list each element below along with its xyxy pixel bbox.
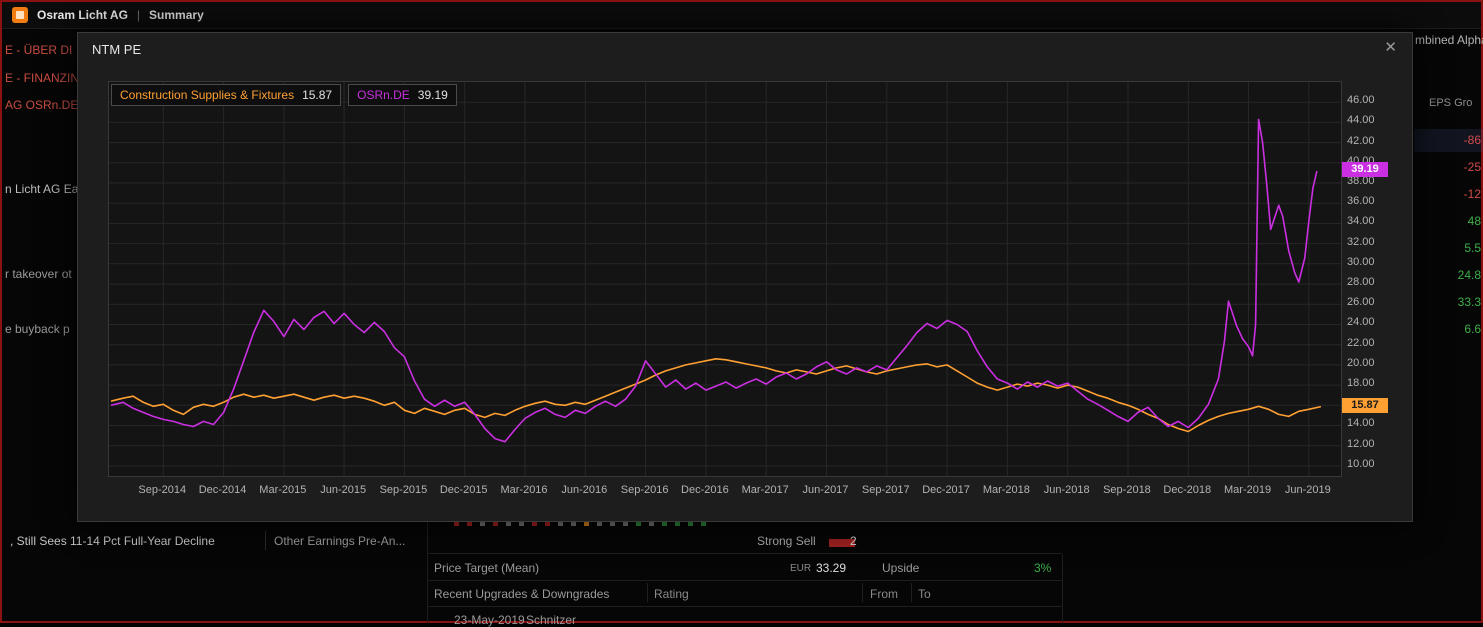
news-headline[interactable]: e buyback p [5,322,70,336]
x-axis-label: Mar-2018 [972,484,1040,496]
last-value-badge: 39.19 [1342,162,1388,177]
eps-growth-value: 6.6 [1415,322,1481,336]
x-axis-label: Dec-2015 [430,484,498,496]
price-target-value: 33.29 [816,561,846,575]
eps-growth-value: 5.5 [1415,241,1481,255]
x-axis-label: Sep-2014 [128,484,196,496]
link-other-earnings[interactable]: Other Earnings Pre-An... [274,534,405,548]
eps-growth-value: -86 [1415,133,1481,147]
x-axis-label: Jun-2015 [309,484,377,496]
legend-item-benchmark[interactable]: Construction Supplies & Fixtures 15.87 [111,84,341,106]
y-axis-label: 24.00 [1347,316,1375,328]
tab-combined-alpha[interactable]: mbined Alpha [1415,33,1483,47]
panel-divider [427,522,428,623]
eps-growth-value: 24.8 [1415,268,1481,282]
news-headline[interactable]: , Still Sees 11-14 Pct Full-Year Decline [10,534,215,548]
column-header-rating: Rating [654,587,689,601]
strong-sell-count: 2 [850,534,857,548]
screen: { "titlebar": { "title": "Osram Licht AG… [0,0,1483,623]
row-divider [427,553,1062,554]
upgrades-section-header: Recent Upgrades & Downgrades [434,587,609,601]
legend-series-name: Construction Supplies & Fixtures [120,88,294,102]
column-divider [647,583,648,602]
y-axis-label: 10.00 [1347,458,1375,470]
legend-series-value: 15.87 [302,88,332,102]
y-axis-label: 42.00 [1347,135,1375,147]
strong-sell-label: Strong Sell [757,534,816,548]
x-axis-label: Jun-2017 [791,484,859,496]
x-axis-label: Dec-2017 [912,484,980,496]
column-divider [911,583,912,602]
chart-canvas [109,82,1341,476]
y-axis-label: 22.00 [1347,337,1375,349]
last-value-badge: 15.87 [1342,398,1388,413]
panel-divider [1062,554,1063,623]
currency-label: EUR [790,563,811,574]
y-axis-label: 36.00 [1347,195,1375,207]
x-axis-label: Dec-2018 [1153,484,1221,496]
title-separator: | [137,8,140,22]
x-axis-label: Sep-2018 [1093,484,1161,496]
column-header-from: From [870,587,898,601]
news-headline[interactable]: n Licht AG Ea [5,182,78,196]
row-divider [427,606,1062,607]
page-title: Summary [149,8,204,22]
y-axis-label: 20.00 [1347,357,1375,369]
eps-growth-value: 48 [1415,214,1481,228]
y-axis-label: 34.00 [1347,215,1375,227]
x-axis-label: Jun-2019 [1274,484,1342,496]
x-axis-label: Mar-2019 [1214,484,1282,496]
y-axis-label: 18.00 [1347,377,1375,389]
column-divider [862,583,863,602]
title-bar: Osram Licht AG | Summary [2,2,1481,29]
y-axis-label: 12.00 [1347,438,1375,450]
y-axis-label: 14.00 [1347,417,1375,429]
window-title: Osram Licht AG [37,8,128,22]
eps-growth-value: 33.3 [1415,295,1481,309]
y-axis-label: 30.00 [1347,256,1375,268]
upgrade-row-date[interactable]: 23-May-2019 [454,613,525,627]
chart-plot-area[interactable] [108,81,1342,477]
ntm-pe-dialog: NTM PE ✕ Construction Supplies & Fixture… [77,32,1413,522]
x-axis-label: Sep-2016 [611,484,679,496]
eps-growth-value: -12 [1415,187,1481,201]
y-axis-label: 26.00 [1347,296,1375,308]
x-axis-label: Mar-2015 [249,484,317,496]
legend-series-name: OSRn.DE [357,88,410,102]
news-headline[interactable]: r takeover ot [5,267,72,281]
x-axis-label: Mar-2017 [731,484,799,496]
y-axis-label: 46.00 [1347,94,1375,106]
x-axis-label: Dec-2016 [671,484,739,496]
legend-series-value: 39.19 [418,88,448,102]
news-headline[interactable]: E - FINANZIN [5,71,79,85]
y-axis-label: 28.00 [1347,276,1375,288]
x-axis-label: Sep-2015 [369,484,437,496]
x-axis-label: Jun-2016 [550,484,618,496]
app-icon [12,7,28,23]
y-axis-label: 32.00 [1347,236,1375,248]
chart-legend: Construction Supplies & Fixtures 15.87 O… [111,84,457,106]
news-headline[interactable]: AG OSRn.DE [5,98,78,112]
eps-growth-column-header: EPS Gro [1429,97,1472,109]
legend-item-osrn[interactable]: OSRn.DE 39.19 [348,84,457,106]
row-divider [427,580,1062,581]
upside-label: Upside [882,561,919,575]
x-axis-label: Dec-2014 [189,484,257,496]
x-axis-label: Mar-2016 [490,484,558,496]
upgrade-row-broker[interactable]: Schnitzer [526,613,576,627]
divider [265,531,266,550]
chart-region: Construction Supplies & Fixtures 15.87 O… [78,33,1412,521]
price-target-label: Price Target (Mean) [434,561,539,575]
x-axis-label: Sep-2017 [852,484,920,496]
news-headline[interactable]: E - ÜBER DI [5,43,72,57]
upside-value: 3% [1034,561,1051,575]
eps-growth-value: -25 [1415,160,1481,174]
y-axis-label: 44.00 [1347,114,1375,126]
x-axis-label: Jun-2018 [1033,484,1101,496]
column-header-to: To [918,587,931,601]
